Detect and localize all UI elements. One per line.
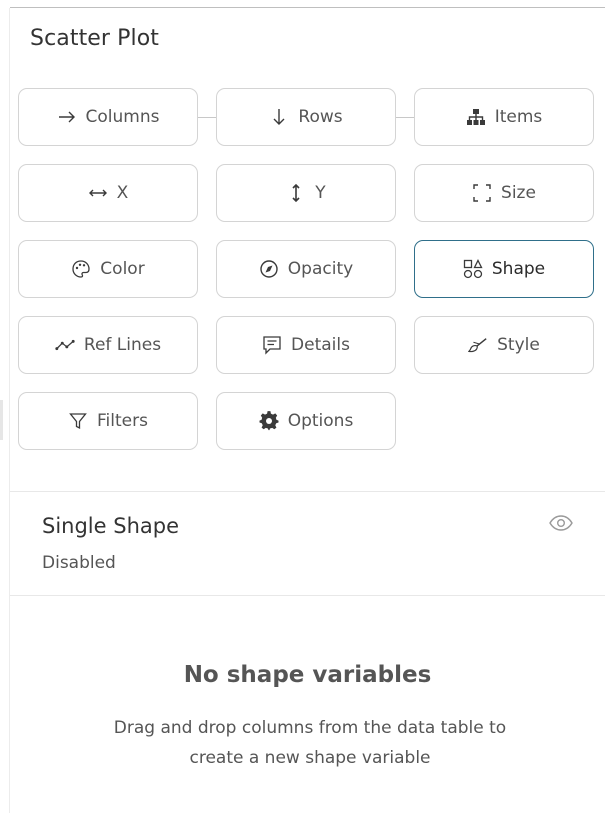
options-button[interactable]: Options [216,392,396,450]
top-border [10,7,605,8]
button-label: Rows [298,107,343,127]
button-label: Ref Lines [83,335,162,355]
button-label: Shape [491,259,546,279]
visualization-buttons-grid: Columns Rows Items X Y Size Color Opacit… [18,88,598,458]
paintbrush-icon [468,335,488,355]
shape-button[interactable]: Shape [414,240,594,298]
x-axis-button[interactable]: X [18,164,198,222]
button-label: Details [291,335,350,355]
button-label: Columns [85,107,160,127]
columns-button[interactable]: Columns [18,88,198,146]
size-button[interactable]: Size [414,164,594,222]
single-shape-title: Single Shape [42,514,179,538]
color-button[interactable]: Color [18,240,198,298]
filters-button[interactable]: Filters [18,392,198,450]
section-divider [10,595,605,596]
shapes-icon [463,259,483,279]
arrows-horizontal-icon [88,183,108,203]
button-label: Y [315,183,326,203]
section-divider [10,491,605,492]
resize-handle[interactable] [0,400,3,440]
button-label: Filters [97,411,148,431]
button-label: Style [497,335,540,355]
button-label: Size [501,183,536,203]
details-button[interactable]: Details [216,316,396,374]
empty-state-message: Drag and drop columns from the data tabl… [60,713,560,773]
hierarchy-icon [466,107,486,127]
resize-corners-icon [472,183,492,203]
arrow-down-icon [269,107,289,127]
empty-state-line: create a new shape variable [189,748,431,768]
ref-lines-button[interactable]: Ref Lines [18,316,198,374]
opacity-button[interactable]: Opacity [216,240,396,298]
button-label: Items [494,107,543,127]
rows-button[interactable]: Rows [216,88,396,146]
button-label: Opacity [287,259,354,279]
arrow-right-icon [57,107,77,127]
panel-title: Scatter Plot [30,26,160,51]
button-label: Options [287,411,354,431]
single-shape-status: Disabled [42,553,116,573]
y-axis-button[interactable]: Y [216,164,396,222]
left-border [9,8,10,813]
empty-state-title: No shape variables [183,662,432,688]
items-button[interactable]: Items [414,88,594,146]
style-button[interactable]: Style [414,316,594,374]
button-label: Color [100,259,145,279]
empty-state-line: Drag and drop columns from the data tabl… [113,718,507,738]
trend-line-icon [55,335,75,355]
button-label: X [116,183,129,203]
connector-line [198,117,216,118]
eye-icon[interactable] [548,514,574,532]
arrows-vertical-icon [286,183,306,203]
connector-line [396,117,414,118]
palette-icon [71,259,91,279]
gear-icon [259,411,279,431]
opacity-icon [259,259,279,279]
comment-icon [262,335,282,355]
filter-icon [68,411,88,431]
